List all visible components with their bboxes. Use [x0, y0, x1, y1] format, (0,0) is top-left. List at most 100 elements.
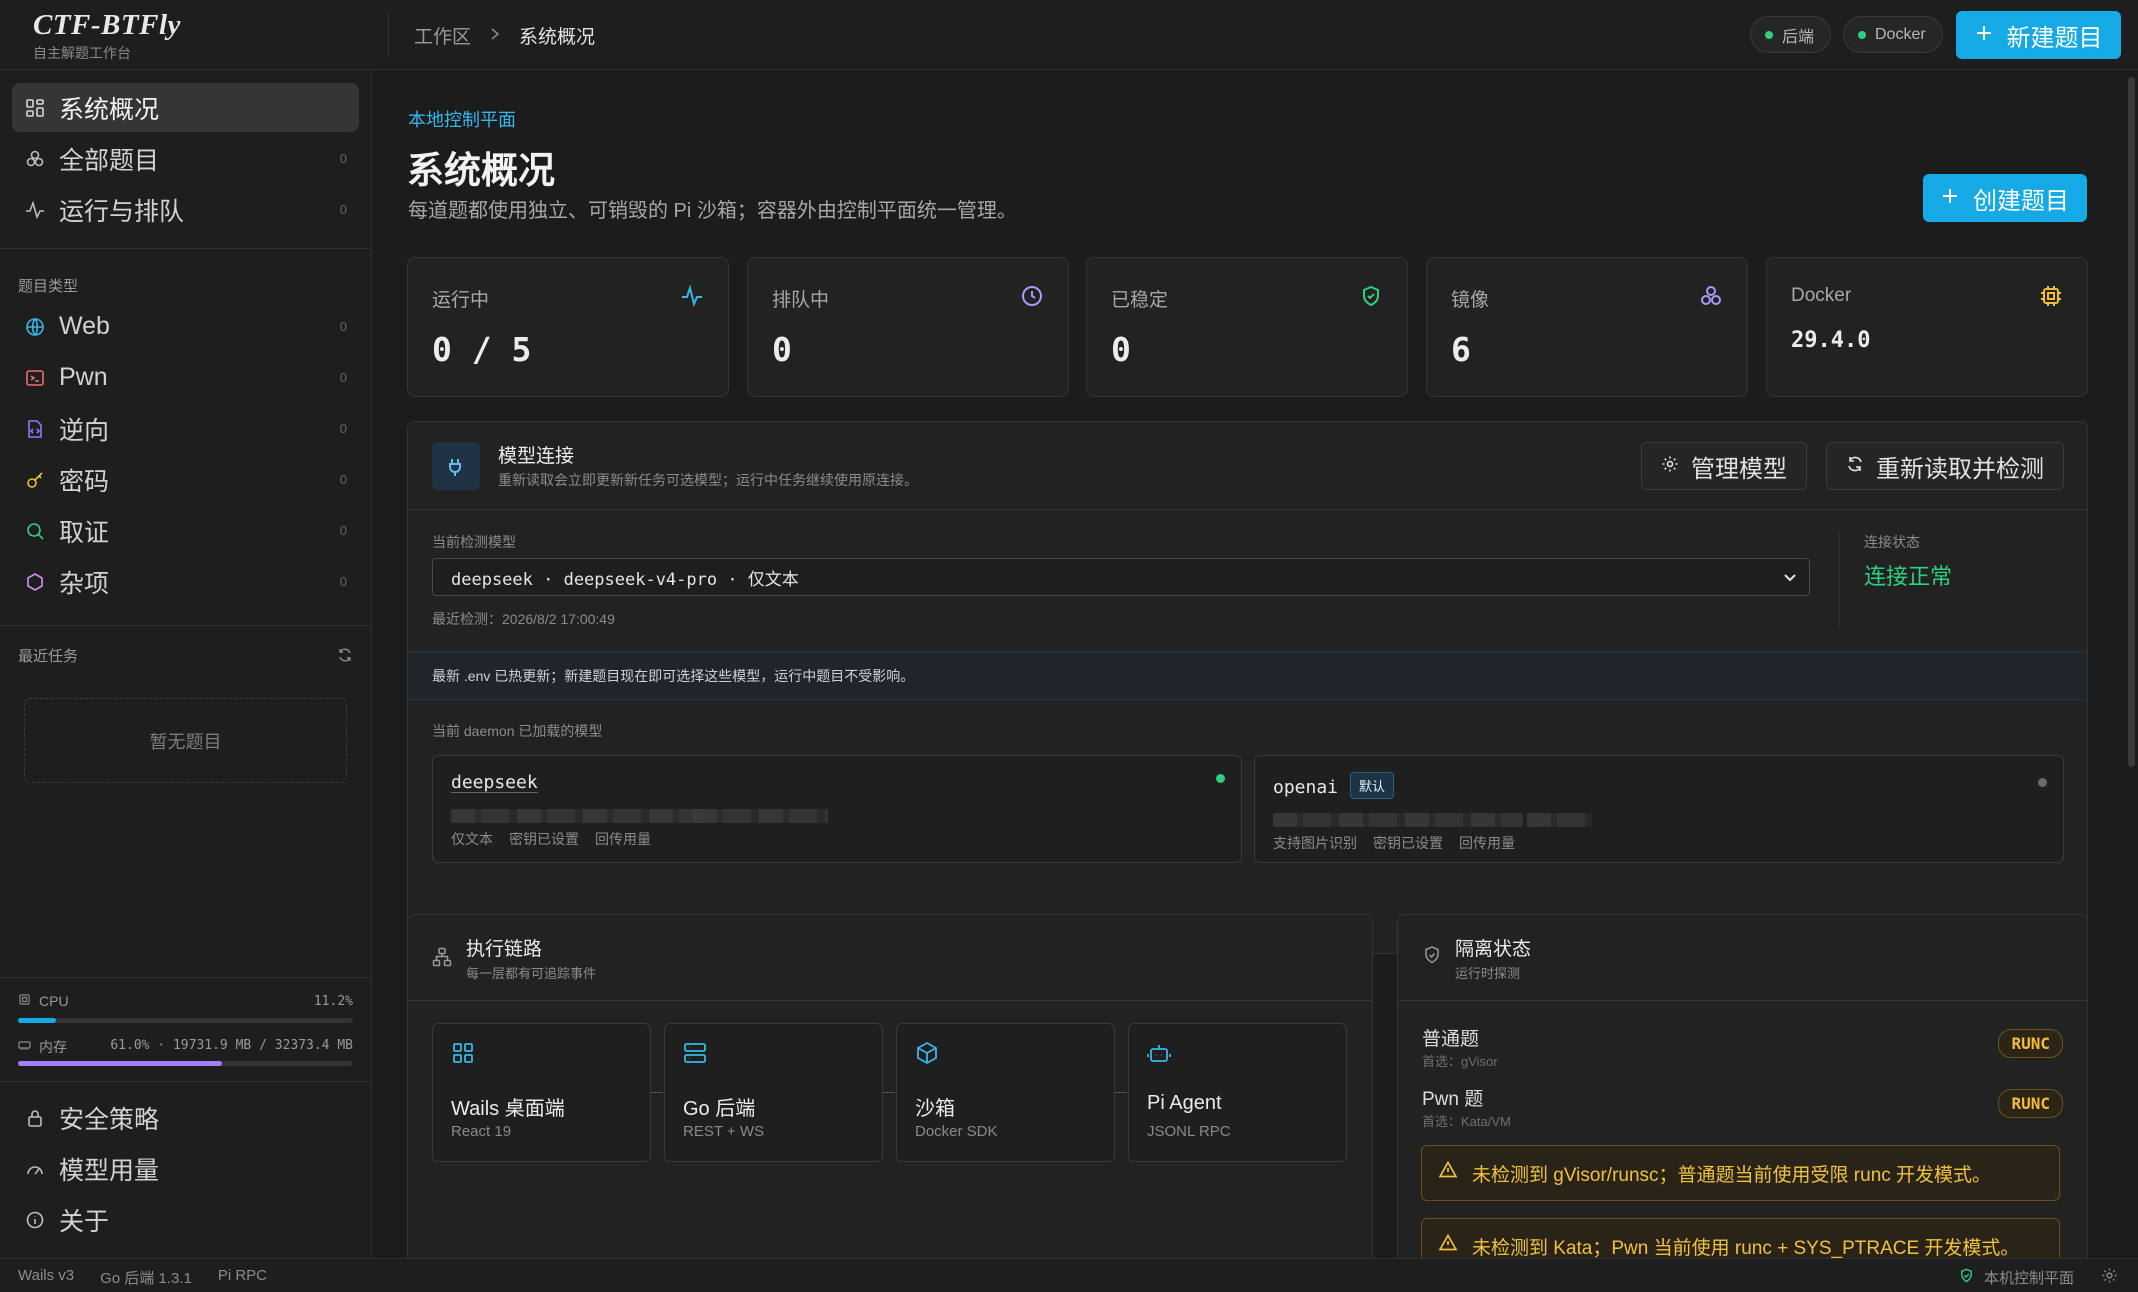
page-kicker: 本地控制平面 [408, 110, 516, 130]
stat-value: 6 [1451, 330, 1471, 369]
chevron-down-icon [1781, 568, 1799, 591]
stat-label: Docker [1791, 285, 1852, 306]
sidebar-item-pwn[interactable]: Pwn 0 [12, 353, 359, 402]
model-name: openai 默认 [1273, 772, 1395, 799]
chain-step-title: Pi Agent [1147, 1092, 1222, 1114]
status-control-plane: 本机控制平面 [1983, 1270, 2074, 1287]
scrollbar-thumb[interactable] [2128, 77, 2135, 767]
backend-status-pill[interactable]: 后端 [1750, 16, 1832, 53]
redacted-field [451, 809, 701, 823]
plus-icon [1975, 21, 1993, 49]
sidebar-item-about[interactable]: 关于 [12, 1195, 359, 1244]
status-dot-icon [1858, 30, 1866, 39]
model-connection-panel: 模型连接 重新读取会立即更新新任务可选模型；运行中任务继续使用原连接。 管理模型… [407, 421, 2088, 954]
model-card-openai[interactable]: openai 默认 支持图片识别 密钥已设置 回传用量 [1254, 755, 2064, 863]
sidebar-item-crypto[interactable]: 密码 0 [12, 455, 359, 504]
stat-label: 排队中 [772, 290, 830, 311]
reload-and-check-button[interactable]: 重新读取并检测 [1826, 442, 2064, 490]
warning-icon [1438, 1160, 1458, 1186]
layers-icon [1699, 284, 1723, 308]
bot-icon [1147, 1041, 1171, 1070]
panel-title: 模型连接 [498, 446, 575, 467]
new-challenge-button[interactable]: 新建题目 [1956, 11, 2121, 59]
status-bar: Wails v3 Go 后端 1.3.1 Pi RPC 本机控制平面 [0, 1258, 2138, 1292]
model-card-deepseek[interactable]: deepseek 仅文本 密钥已设置 回传用量 [432, 755, 1242, 863]
panel-title: 执行链路 [466, 939, 543, 960]
plug-icon [432, 442, 480, 490]
docker-status-pill[interactable]: Docker [1843, 16, 1943, 53]
sidebar-item-runs[interactable]: 运行与排队 0 [12, 185, 359, 234]
chain-step-title: Go 后端 [683, 1098, 756, 1120]
create-challenge-button[interactable]: 创建题目 [1923, 174, 2087, 222]
status-pi-rpc: Pi RPC [217, 1267, 268, 1284]
cpu-label-text: CPU [39, 993, 69, 1009]
grid-icon [451, 1041, 475, 1070]
stat-card-stable: 已稳定 0 [1086, 257, 1408, 397]
dashboard-icon [24, 97, 46, 119]
current-model-select[interactable]: deepseek · deepseek-v4-pro · 仅文本 [432, 558, 1810, 596]
activity-icon [24, 199, 46, 221]
count-badge: 0 [339, 472, 347, 487]
chain-connector [1115, 1092, 1127, 1093]
sidebar-item-web[interactable]: Web 0 [12, 302, 359, 351]
stat-value: 0 [1111, 330, 1131, 369]
memory-label: 内存 [18, 1037, 67, 1057]
refresh-icon[interactable] [337, 647, 353, 668]
sidebar-item-all-challenges[interactable]: 全部题目 0 [12, 134, 359, 183]
main-scrollbar[interactable] [2125, 71, 2138, 1258]
current-model-value: deepseek · deepseek-v4-pro · 仅文本 [451, 569, 799, 590]
hexagon-icon [24, 571, 46, 593]
chain-step-sub: JSONL RPC [1147, 1123, 1231, 1140]
stat-card-queued: 排队中 0 [747, 257, 1069, 397]
clock-icon [1020, 284, 1044, 308]
sidebar-item-label: 运行与排队 [59, 197, 185, 226]
sidebar-item-forensics[interactable]: 取证 0 [12, 506, 359, 555]
sidebar-item-label: Web [59, 312, 110, 340]
sidebar-item-security-policy[interactable]: 安全策略 [12, 1093, 359, 1142]
runtime-badge: RUNC [1998, 1089, 2063, 1118]
model-tag: 密钥已设置 [1373, 835, 1443, 851]
chevron-right-icon [489, 25, 501, 47]
model-tag: 回传用量 [1459, 835, 1515, 851]
divider [0, 248, 372, 249]
chain-step-sandbox: 沙箱 Docker SDK [896, 1023, 1115, 1162]
stat-label: 已稳定 [1111, 290, 1169, 311]
create-challenge-label: 创建题目 [1973, 187, 2069, 215]
cpu-label: CPU [18, 993, 69, 1009]
recent-empty-state: 暂无题目 [24, 698, 347, 783]
recent-tasks-heading: 最近任务 [18, 648, 79, 665]
sidebar-item-model-usage[interactable]: 模型用量 [12, 1144, 359, 1193]
sidebar-item-reverse[interactable]: 逆向 0 [12, 404, 359, 453]
cpu-icon [18, 993, 31, 1009]
isolation-row-title: Pwn 题 [1422, 1089, 1484, 1110]
cpu-meter-fill [18, 1018, 56, 1023]
main-content: 本地控制平面 系统概况 每道题都使用独立、可销毁的 Pi 沙箱；容器外由控制平面… [373, 71, 2123, 1258]
memory-value: 61.0% · 19731.9 MB / 32373.4 MB [110, 1038, 353, 1053]
chain-step-wails: Wails 桌面端 React 19 [432, 1023, 651, 1162]
sidebar-item-overview[interactable]: 系统概况 [12, 83, 359, 132]
settings-icon[interactable] [2101, 1267, 2118, 1288]
isolation-warning: 未检测到 Kata；Pwn 当前使用 runc + SYS_PTRACE 开发模… [1421, 1218, 2060, 1258]
warning-text: 未检测到 Kata；Pwn 当前使用 runc + SYS_PTRACE 开发模… [1472, 1237, 2020, 1259]
model-tag: 密钥已设置 [509, 831, 579, 847]
count-badge: 0 [339, 370, 347, 385]
stat-card-docker: Docker 29.4.0 [1766, 257, 2088, 397]
lock-icon [24, 1107, 46, 1129]
chain-step-sub: Docker SDK [915, 1123, 998, 1140]
count-badge: 0 [339, 523, 347, 538]
memory-meter [18, 1061, 353, 1066]
sidebar-item-label: 逆向 [59, 416, 110, 445]
current-model-label: 当前检测模型 [432, 534, 516, 550]
docker-status-label: Docker [1875, 25, 1926, 43]
manage-models-button[interactable]: 管理模型 [1641, 442, 1807, 490]
chain-step-title: 沙箱 [915, 1098, 955, 1120]
model-tag: 支持图片识别 [1273, 835, 1357, 851]
refresh-icon [1846, 452, 1864, 480]
last-check-time: 最近检测：2026/8/2 17:00:49 [432, 611, 615, 627]
breadcrumb-root[interactable]: 工作区 [414, 22, 471, 49]
sidebar-item-misc[interactable]: 杂项 0 [12, 557, 359, 606]
grid-icon [24, 148, 46, 170]
brand: CTF-BTFly 自主解题工作台 [33, 9, 181, 63]
sidebar-item-label: 密码 [59, 467, 110, 496]
connection-status-value: 连接正常 [1864, 564, 1953, 589]
